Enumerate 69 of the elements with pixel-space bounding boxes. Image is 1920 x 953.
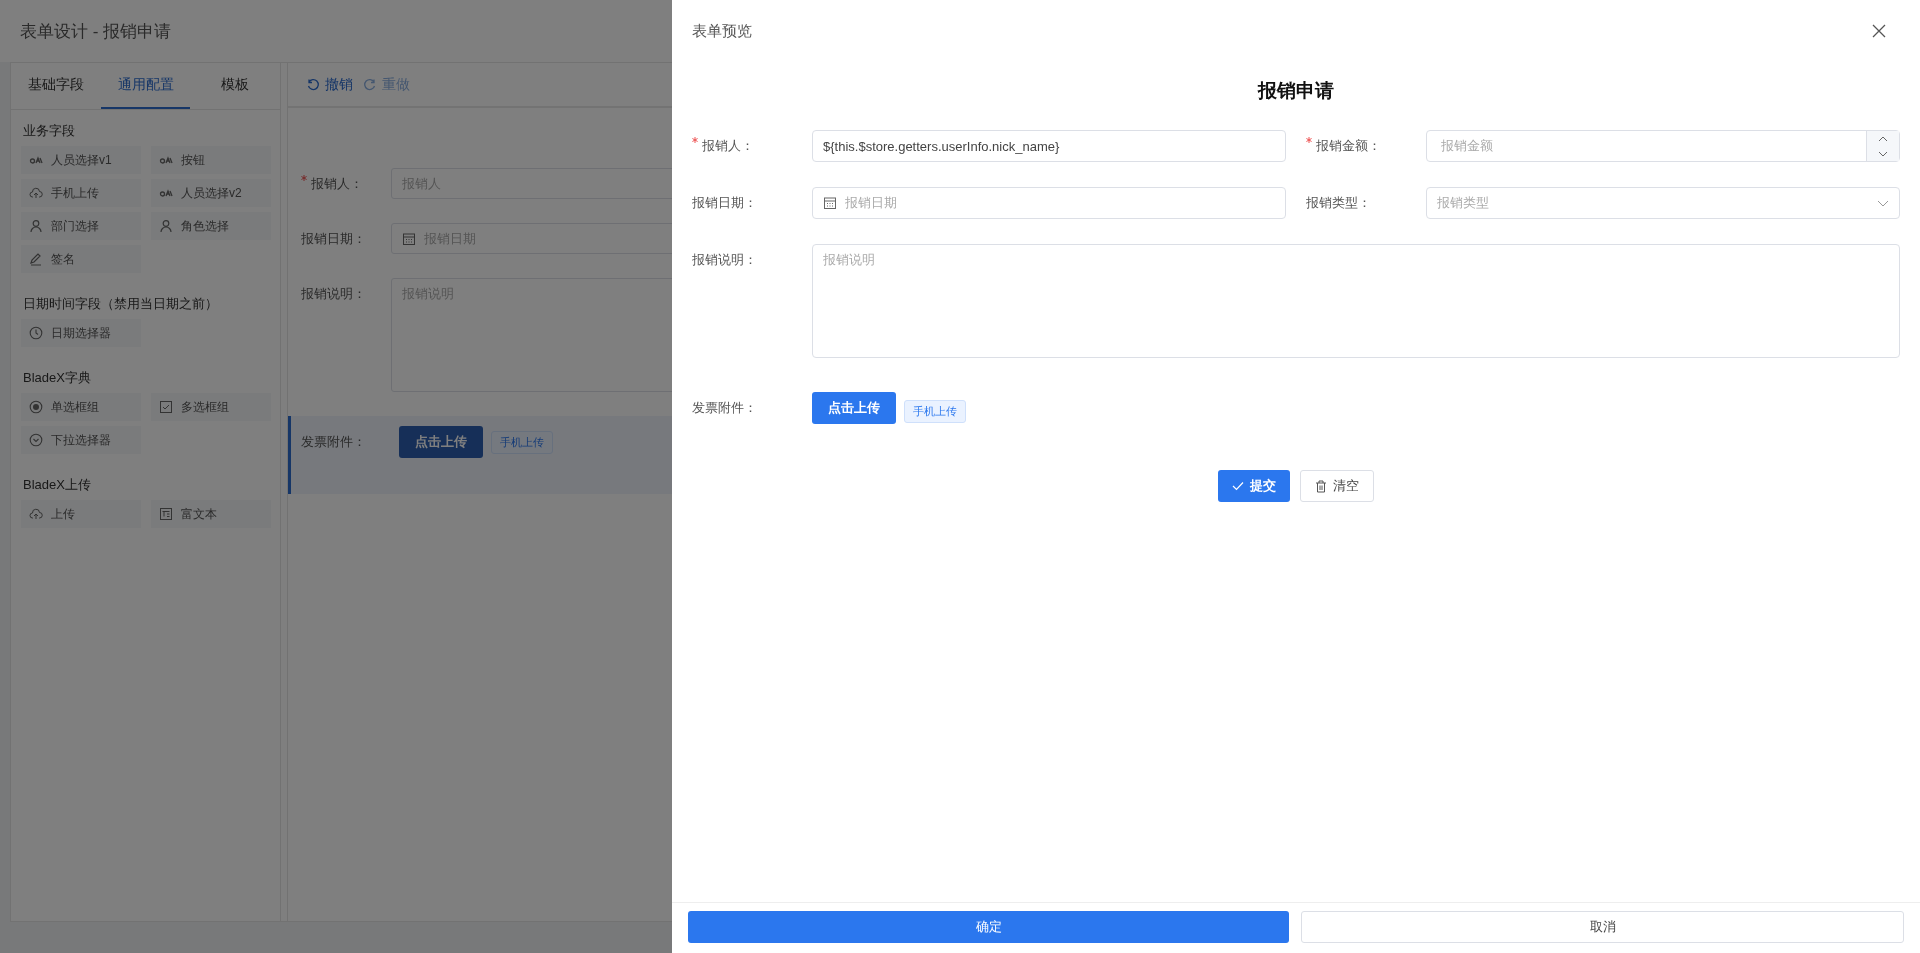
pen-icon xyxy=(29,252,43,266)
trash-icon xyxy=(1315,479,1327,493)
radio-icon xyxy=(29,400,43,414)
date-field[interactable]: 报销日期 xyxy=(812,187,1286,219)
calendar-icon xyxy=(402,231,416,246)
component-item[interactable]: 部门选择 xyxy=(21,212,141,240)
component-item[interactable]: 上传 xyxy=(21,500,141,528)
component-item[interactable]: 单选框组 xyxy=(21,393,141,421)
checkbox-icon xyxy=(159,400,173,414)
person-icon xyxy=(159,219,173,233)
panel-tab[interactable]: 通用配置 xyxy=(100,63,191,109)
redo-icon xyxy=(363,77,377,92)
select-field[interactable]: 报销类型 xyxy=(1426,187,1900,219)
text-field[interactable]: ${this.$store.getters.userInfo.nick_name} xyxy=(812,130,1286,162)
group-title: 日期时间字段（禁用当日期之前） xyxy=(22,295,219,313)
field-label: 报销金额： xyxy=(1316,137,1381,155)
page-title: 表单设计 - 报销申请 xyxy=(20,20,172,43)
component-item[interactable]: 手机上传 xyxy=(21,179,141,207)
field-label: 报销人： xyxy=(702,137,754,155)
field-label: 发票附件： xyxy=(301,433,366,451)
field-label: 报销日期： xyxy=(301,230,366,248)
field-label: 报销说明： xyxy=(301,285,366,303)
upload-tag: 手机上传 xyxy=(904,399,966,423)
component-item[interactable]: 人员选择v2 xyxy=(151,179,271,207)
field-label: 发票附件： xyxy=(692,399,757,417)
required-mark-icon xyxy=(301,175,307,181)
decrement-icon[interactable] xyxy=(1878,150,1888,157)
cancel-button[interactable]: 取消 xyxy=(1301,911,1904,943)
upload-tag: 手机上传 xyxy=(491,430,553,454)
component-item[interactable]: 人员选择v1 xyxy=(21,146,141,174)
field-label: 报销人： xyxy=(311,175,363,193)
calendar-icon xyxy=(823,196,837,210)
component-item[interactable]: 签名 xyxy=(21,245,141,273)
upload-button[interactable]: 点击上传 xyxy=(399,426,483,458)
undo-button[interactable]: 撤销 xyxy=(306,75,353,94)
clear-button[interactable]: 清空 xyxy=(1300,470,1374,502)
upload-button[interactable]: 点击上传 xyxy=(812,392,896,424)
chevron-down-icon xyxy=(1877,199,1889,207)
person-icon xyxy=(29,219,43,233)
component-item[interactable]: 多选框组 xyxy=(151,393,271,421)
form-title: 报销申请 xyxy=(1256,79,1335,103)
number-field[interactable]: 报销金额 xyxy=(1426,130,1900,162)
required-mark-icon xyxy=(1306,137,1312,143)
required-mark-icon xyxy=(692,137,698,143)
undo-icon xyxy=(306,77,320,92)
clock-icon xyxy=(29,326,43,340)
submit-button[interactable]: 提交 xyxy=(1218,470,1290,502)
rich-text-icon xyxy=(159,507,173,521)
cloud-upload-icon xyxy=(29,507,43,521)
chevron-circle-icon xyxy=(29,433,43,447)
group-title: 业务字段 xyxy=(22,122,76,140)
group-title: BladeX字典 xyxy=(22,369,92,387)
component-item[interactable]: 按钮 xyxy=(151,146,271,174)
field-label: 报销说明： xyxy=(692,251,757,269)
drawer-title: 表单预览 xyxy=(692,21,752,41)
panel-tab[interactable]: 基础字段 xyxy=(11,63,101,109)
field-label: 报销类型： xyxy=(1306,194,1371,212)
check-icon xyxy=(1232,481,1244,491)
panel-tab[interactable]: 模板 xyxy=(190,63,280,109)
component-item[interactable]: 角色选择 xyxy=(151,212,271,240)
cloud-upload-icon xyxy=(29,186,43,200)
increment-icon[interactable] xyxy=(1878,135,1888,142)
group-title: BladeX上传 xyxy=(22,476,92,494)
component-item[interactable]: 下拉选择器 xyxy=(21,426,141,454)
component-item[interactable]: 富文本 xyxy=(151,500,271,528)
confirm-button[interactable]: 确定 xyxy=(688,911,1289,943)
component-item[interactable]: 日期选择器 xyxy=(21,319,141,347)
field-label: 报销日期： xyxy=(692,194,757,212)
textarea-field[interactable]: 报销说明 xyxy=(812,244,1900,358)
